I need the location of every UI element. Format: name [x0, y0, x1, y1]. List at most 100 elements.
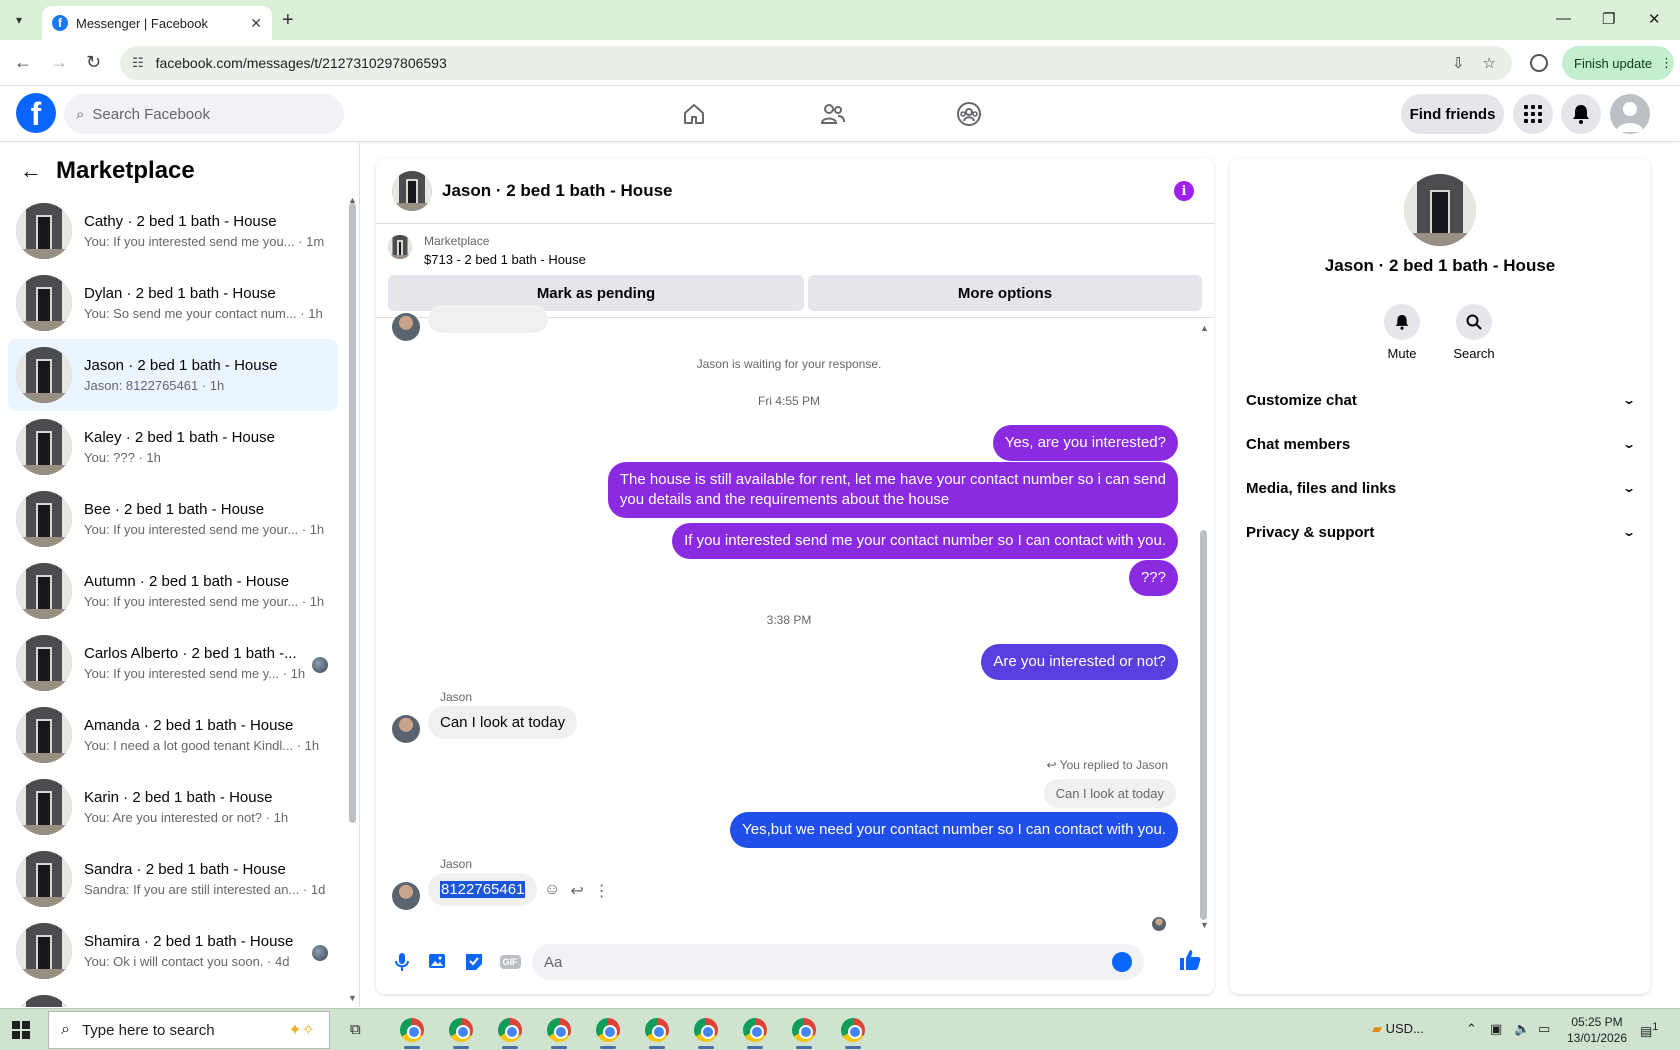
volume-icon[interactable]: 🔈 [1514, 1021, 1530, 1037]
display-icon[interactable]: ▭ [1538, 1021, 1550, 1037]
bookmark-star-icon[interactable]: ☆ [1483, 54, 1496, 72]
minimize-icon[interactable]: — [1556, 10, 1571, 27]
finish-update-button[interactable]: Finish update ⋮ [1562, 46, 1674, 80]
chrome-window-icon[interactable] [841, 1018, 865, 1049]
new-tab-icon[interactable]: + [282, 9, 294, 32]
taskbar-clock[interactable]: 05:25 PM 13/01/2026 [1562, 1014, 1632, 1046]
message-input[interactable]: Aa [532, 944, 1144, 980]
network-icon[interactable]: ▣ [1490, 1021, 1502, 1037]
tray-overflow-icon[interactable]: ⌃ [1466, 1021, 1477, 1037]
chrome-window-icon[interactable] [792, 1018, 816, 1049]
scroll-up-arrow-icon[interactable]: ▲ [1200, 323, 1209, 333]
listing-thumbnail[interactable] [388, 235, 412, 259]
url-bar[interactable]: ☷ facebook.com/messages/t/21273102978065… [120, 46, 1512, 80]
outgoing-message[interactable]: If you interested send me your contact n… [672, 523, 1178, 559]
emoji-icon[interactable] [1112, 952, 1132, 972]
site-info-icon[interactable]: ☷ [132, 55, 144, 71]
customize-chat-section[interactable]: Customize chat ⌄ [1246, 380, 1636, 420]
thumbs-up-icon[interactable] [1178, 948, 1202, 977]
groups-icon[interactable] [953, 98, 985, 130]
incoming-message[interactable]: Can I look at today [428, 706, 578, 739]
close-tab-icon[interactable]: ✕ [250, 15, 262, 32]
media-files-links-section[interactable]: Media, files and links ⌄ [1246, 468, 1636, 508]
windows-start-icon[interactable] [12, 1021, 30, 1039]
browser-menu-icon[interactable]: ⋮ [1660, 55, 1673, 71]
conversation-item[interactable]: Sandra · 2 bed 1 bath - House Sandra: If … [8, 843, 338, 915]
conversation-item[interactable]: Toni · 2 bed 1 bath - House [8, 987, 338, 1007]
quoted-message[interactable]: Can I look at today [1043, 779, 1176, 808]
close-window-icon[interactable]: ✕ [1648, 10, 1661, 28]
chat-scrollbar[interactable] [1200, 530, 1207, 920]
back-arrow-icon[interactable]: ← [20, 158, 42, 184]
conversation-item[interactable]: Dylan · 2 bed 1 bath - House You: So send… [8, 267, 338, 339]
chrome-window-icon[interactable] [449, 1018, 473, 1049]
chrome-window-icon[interactable] [645, 1018, 669, 1049]
restore-icon[interactable]: ❐ [1602, 10, 1615, 28]
incoming-message[interactable]: 8122765461 [428, 873, 538, 906]
scroll-down-arrow-icon[interactable]: ▼ [348, 993, 357, 1003]
gif-icon[interactable]: GIF [498, 950, 522, 974]
conversation-item[interactable]: Autumn · 2 bed 1 bath - House You: If you… [8, 555, 338, 627]
more-actions-icon[interactable]: ⋮ [594, 881, 610, 901]
notification-center-icon[interactable]: ▤1 [1640, 1021, 1658, 1039]
conversation-item[interactable]: Kaley · 2 bed 1 bath - House You: ??? · 1… [8, 411, 338, 483]
chrome-window-icon[interactable] [596, 1018, 620, 1049]
chrome-window-icon[interactable] [498, 1018, 522, 1049]
outgoing-message[interactable]: Yes, are you interested? [992, 425, 1178, 461]
taskbar-search-input[interactable]: ⌕ Type here to search ✦✧ [48, 1011, 330, 1049]
privacy-support-section[interactable]: Privacy & support ⌄ [1246, 512, 1636, 552]
notifications-bell-icon[interactable] [1561, 94, 1601, 134]
more-options-button[interactable]: More options [808, 275, 1202, 311]
outgoing-message[interactable]: ??? [1128, 560, 1178, 596]
sidebar-scrollbar[interactable] [349, 203, 356, 823]
chat-avatar[interactable] [392, 170, 432, 211]
conversation-item[interactable]: Jason · 2 bed 1 bath - House Jason: 81227… [8, 339, 338, 411]
outgoing-message[interactable]: Are you interested or not? [981, 644, 1178, 680]
tab-search-chevron-icon[interactable]: ▾ [6, 8, 32, 32]
outgoing-message[interactable]: Yes,but we need your contact number so I… [730, 812, 1178, 848]
task-view-icon[interactable]: ⧉ [350, 1021, 361, 1038]
conversation-item[interactable]: Karin · 2 bed 1 bath - House You: Are you… [8, 771, 338, 843]
conversation-item[interactable]: Carlos Alberto · 2 bed 1 bath -... You: I… [8, 627, 338, 699]
chrome-window-icon[interactable] [743, 1018, 767, 1049]
reload-icon[interactable]: ↻ [86, 52, 101, 73]
chat-title[interactable]: Jason · 2 bed 1 bath - House [442, 181, 673, 201]
account-avatar[interactable] [1610, 94, 1650, 134]
selected-phone-number[interactable]: 8122765461 [440, 881, 526, 898]
browser-profile-icon[interactable] [1530, 54, 1548, 72]
home-icon[interactable] [678, 98, 710, 130]
search-conversation-button[interactable]: Search [1444, 304, 1504, 361]
browser-tab[interactable]: f Messenger | Facebook ✕ [42, 6, 272, 40]
conversation-item[interactable]: Amanda · 2 bed 1 bath - House You: I need… [8, 699, 338, 771]
listing-avatar-large[interactable] [1404, 174, 1476, 246]
facebook-logo-icon[interactable]: f [16, 93, 56, 133]
chrome-window-icon[interactable] [400, 1018, 424, 1049]
microphone-icon[interactable] [390, 950, 414, 974]
conversation-item[interactable]: Cathy · 2 bed 1 bath - House You: If you … [8, 195, 338, 267]
mute-button[interactable]: Mute [1372, 304, 1432, 361]
currency-widget-icon[interactable]: ▰ USD... [1372, 1021, 1424, 1037]
info-icon[interactable]: i [1174, 181, 1194, 201]
chat-members-section[interactable]: Chat members ⌄ [1246, 424, 1636, 464]
reply-icon[interactable]: ↩ [570, 881, 583, 901]
forward-icon[interactable]: → [50, 52, 68, 73]
sender-avatar[interactable] [392, 882, 420, 910]
photo-icon[interactable] [426, 950, 450, 974]
chrome-window-icon[interactable] [694, 1018, 718, 1049]
sticker-icon[interactable] [462, 950, 486, 974]
scroll-down-arrow-icon[interactable]: ▼ [1200, 920, 1209, 930]
listing-title[interactable]: $713 - 2 bed 1 bath - House [424, 252, 586, 267]
outgoing-message[interactable]: The house is still available for rent, l… [607, 462, 1178, 518]
friends-icon[interactable] [817, 98, 849, 130]
back-icon[interactable]: ← [14, 52, 32, 73]
install-app-icon[interactable]: ⇩ [1452, 54, 1465, 72]
chrome-window-icon[interactable] [547, 1018, 571, 1049]
find-friends-button[interactable]: Find friends [1401, 94, 1504, 134]
facebook-search-input[interactable]: ⌕ Search Facebook [64, 94, 344, 134]
sender-avatar[interactable] [392, 715, 420, 743]
react-emoji-icon[interactable]: ☺ [544, 881, 560, 901]
conversation-item[interactable]: Bee · 2 bed 1 bath - House You: If you in… [8, 483, 338, 555]
url-text[interactable]: facebook.com/messages/t/2127310297806593 [156, 55, 447, 71]
conversation-item[interactable]: Shamira · 2 bed 1 bath - House You: Ok i … [8, 915, 338, 987]
menu-grid-icon[interactable] [1513, 94, 1553, 134]
